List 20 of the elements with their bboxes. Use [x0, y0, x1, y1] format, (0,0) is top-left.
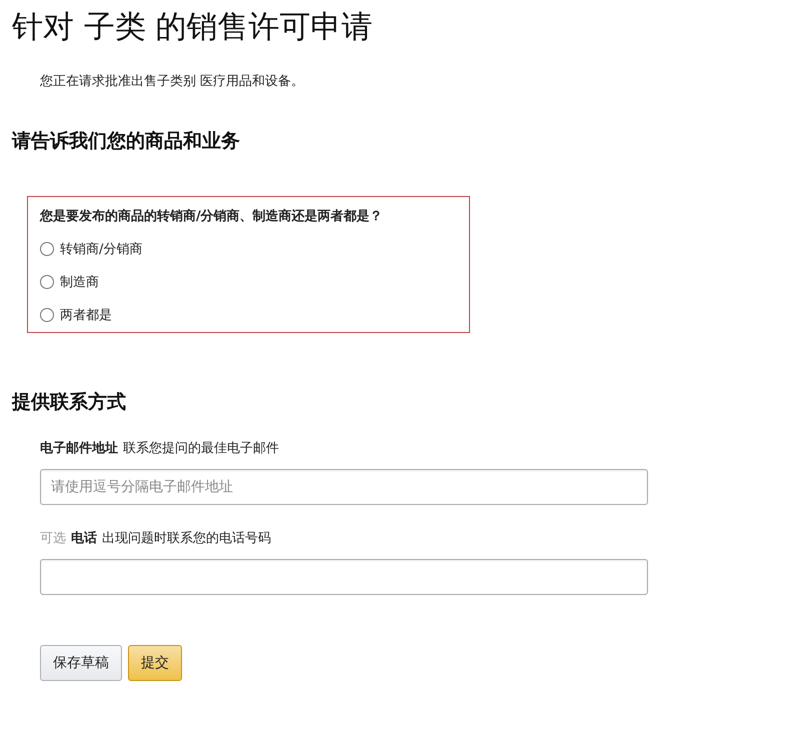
save-draft-button[interactable]: 保存草稿 [40, 645, 122, 681]
field-label: 电子邮件地址 [40, 440, 118, 457]
radio-option[interactable]: 转销商/分销商 [40, 240, 142, 258]
field-label: 电话 [71, 530, 97, 547]
radio-option[interactable]: 制造商 [40, 273, 99, 291]
radio-option[interactable]: 两者都是 [40, 306, 112, 324]
radio-button[interactable] [40, 242, 54, 256]
field-hint: 出现问题时联系您的电话号码 [102, 530, 271, 547]
optional-tag: 可选 [40, 529, 66, 547]
subtitle: 您正在请求批准出售子类别 医疗用品和设备。 [40, 73, 304, 90]
field-hint: 联系您提问的最佳电子邮件 [123, 440, 279, 457]
input-field[interactable]: 请使用逗号分隔电子邮件地址 [40, 469, 648, 505]
question-text: 您是要发布的商品的转销商/分销商、制造商还是两者都是？ [40, 208, 383, 225]
input-field[interactable] [40, 559, 648, 595]
radio-button[interactable] [40, 308, 54, 322]
section-heading: 提供联系方式 [12, 390, 126, 415]
page-title: 针对 子类 的销售许可申请 [12, 8, 373, 46]
radio-button[interactable] [40, 275, 54, 289]
section-heading: 请告诉我们您的商品和业务 [12, 129, 240, 154]
submit-button[interactable]: 提交 [128, 645, 182, 681]
